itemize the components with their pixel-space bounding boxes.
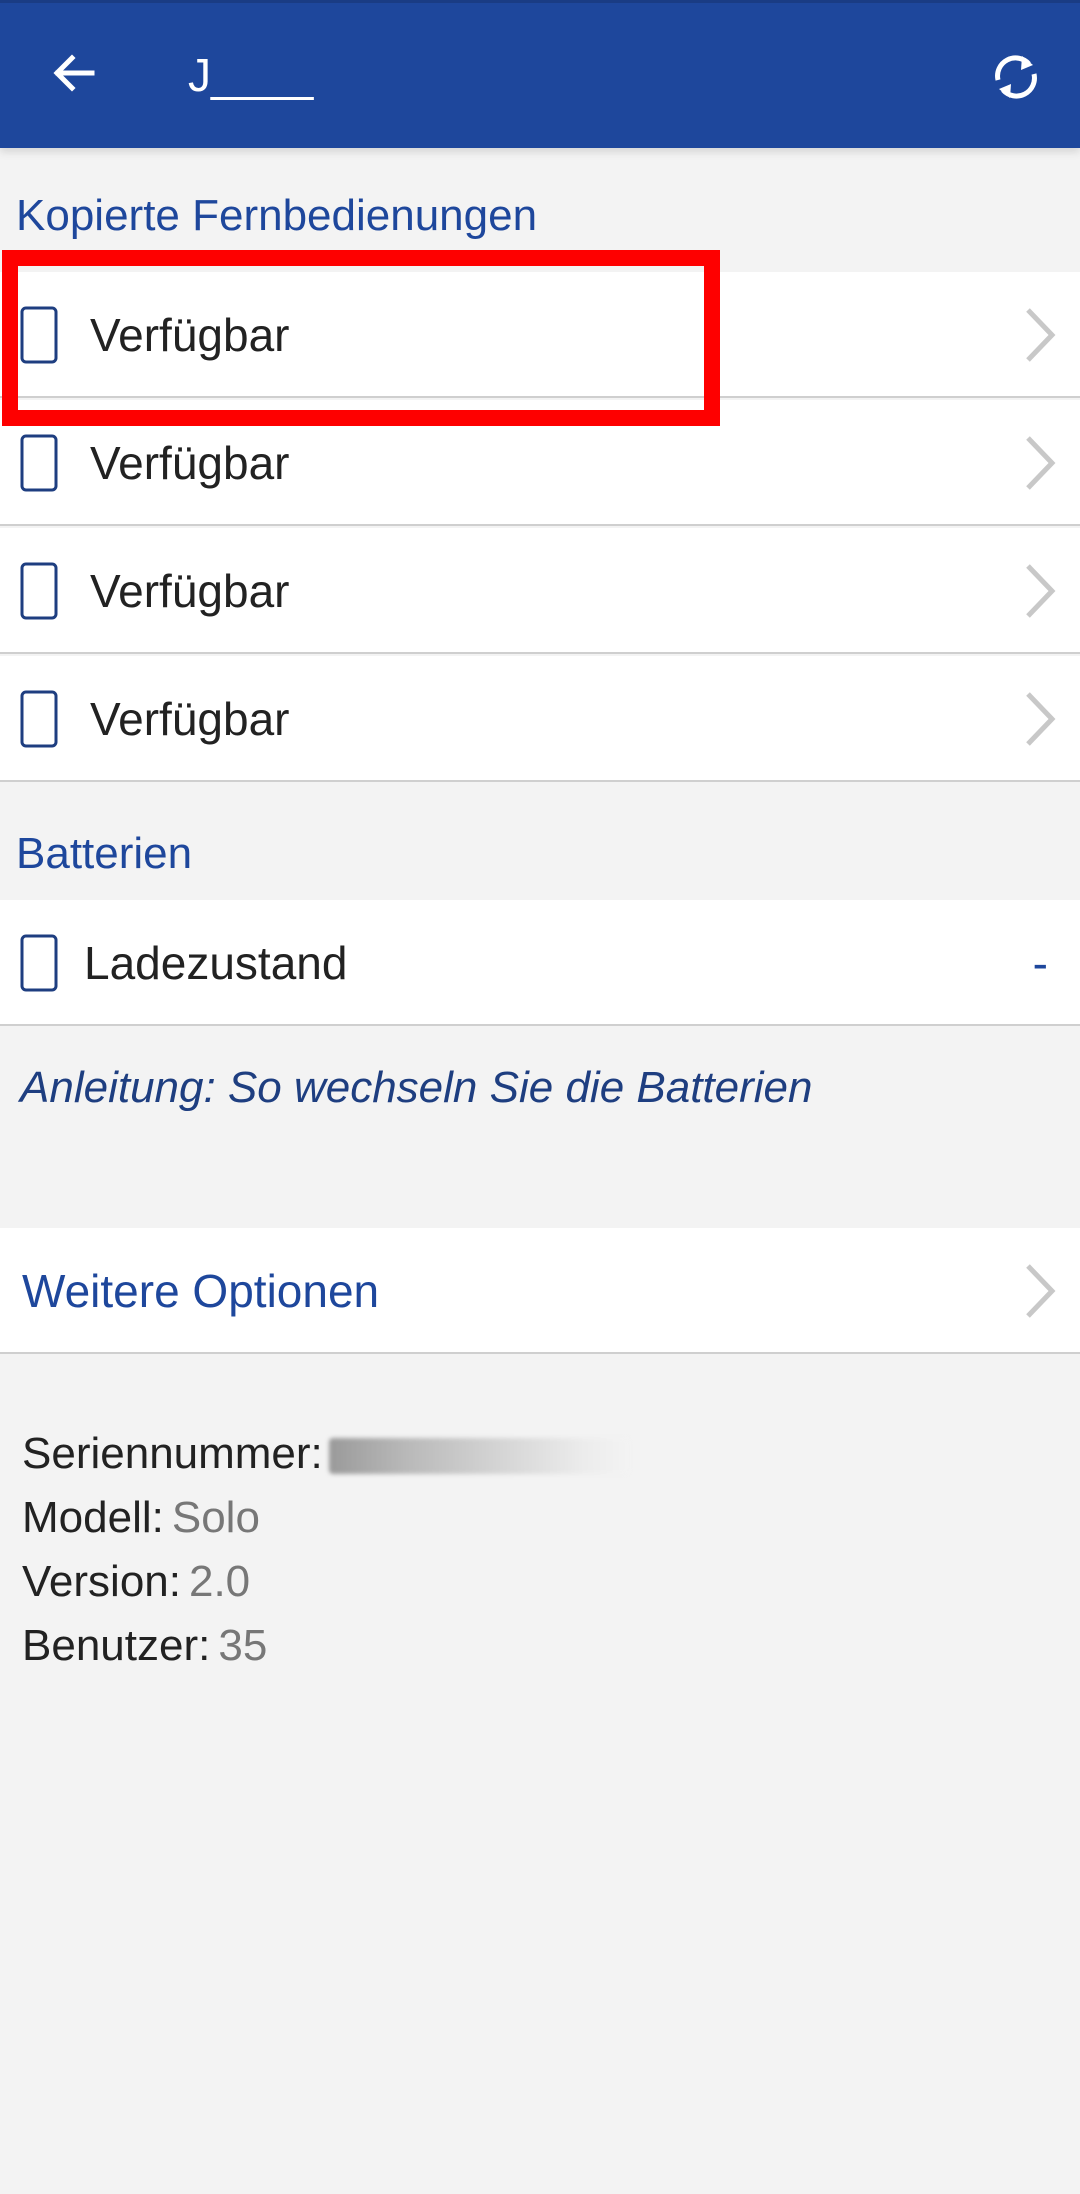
remote-row-2[interactable]: Verfügbar	[0, 400, 1080, 526]
batteries-section-header: Batterien	[16, 829, 193, 878]
more-options-label: Weitere Optionen	[22, 1265, 380, 1317]
remote-row-1[interactable]: Verfügbar	[0, 272, 1080, 398]
serial-number-label: Seriennummer:	[22, 1429, 323, 1478]
chevron-right-icon	[1026, 308, 1056, 362]
model-line: Modell: Solo	[22, 1490, 260, 1546]
remote-device-icon	[20, 690, 58, 748]
battery-guide-link[interactable]: Anleitung: So wechseln Sie die Batterien	[20, 1060, 813, 1116]
remote-row-4[interactable]: Verfügbar	[0, 656, 1080, 782]
serial-number-redacted	[328, 1438, 629, 1475]
remote-status-label: Verfügbar	[90, 693, 290, 745]
users-value: 35	[218, 1621, 268, 1670]
remote-device-icon	[20, 306, 58, 364]
remote-device-icon	[20, 434, 58, 492]
model-value: Solo	[171, 1493, 260, 1542]
version-value: 2.0	[188, 1557, 251, 1606]
remotes-section-header: Kopierte Fernbedienungen	[16, 191, 538, 240]
version-line: Version: 2.0	[22, 1554, 250, 1610]
version-label: Version:	[22, 1557, 181, 1606]
chevron-right-icon	[1026, 1264, 1056, 1318]
sync-icon	[995, 55, 1037, 99]
chevron-right-icon	[1026, 436, 1056, 490]
back-button[interactable]	[44, 43, 104, 103]
remote-device-icon	[20, 934, 58, 992]
remote-status-label: Verfügbar	[90, 309, 290, 361]
sync-button[interactable]	[986, 47, 1046, 107]
users-label: Benutzer:	[22, 1621, 211, 1670]
chevron-right-icon	[1026, 692, 1056, 746]
arrow-left-icon	[53, 54, 95, 92]
users-line: Benutzer: 35	[22, 1618, 267, 1674]
serial-number-line: Seriennummer:	[22, 1426, 629, 1482]
battery-charge-label: Ladezustand	[84, 937, 348, 989]
app-bar: J____	[0, 0, 1080, 148]
chevron-right-icon	[1026, 564, 1056, 618]
remote-device-icon	[20, 562, 58, 620]
remote-row-3[interactable]: Verfügbar	[0, 528, 1080, 654]
page-title: J____	[188, 49, 314, 101]
more-options-row[interactable]: Weitere Optionen	[0, 1228, 1080, 1354]
model-label: Modell:	[22, 1493, 164, 1542]
remote-status-label: Verfügbar	[90, 565, 290, 617]
battery-charge-value: -	[1032, 937, 1048, 989]
battery-charge-row: Ladezustand -	[0, 900, 1080, 1026]
remote-status-label: Verfügbar	[90, 437, 290, 489]
